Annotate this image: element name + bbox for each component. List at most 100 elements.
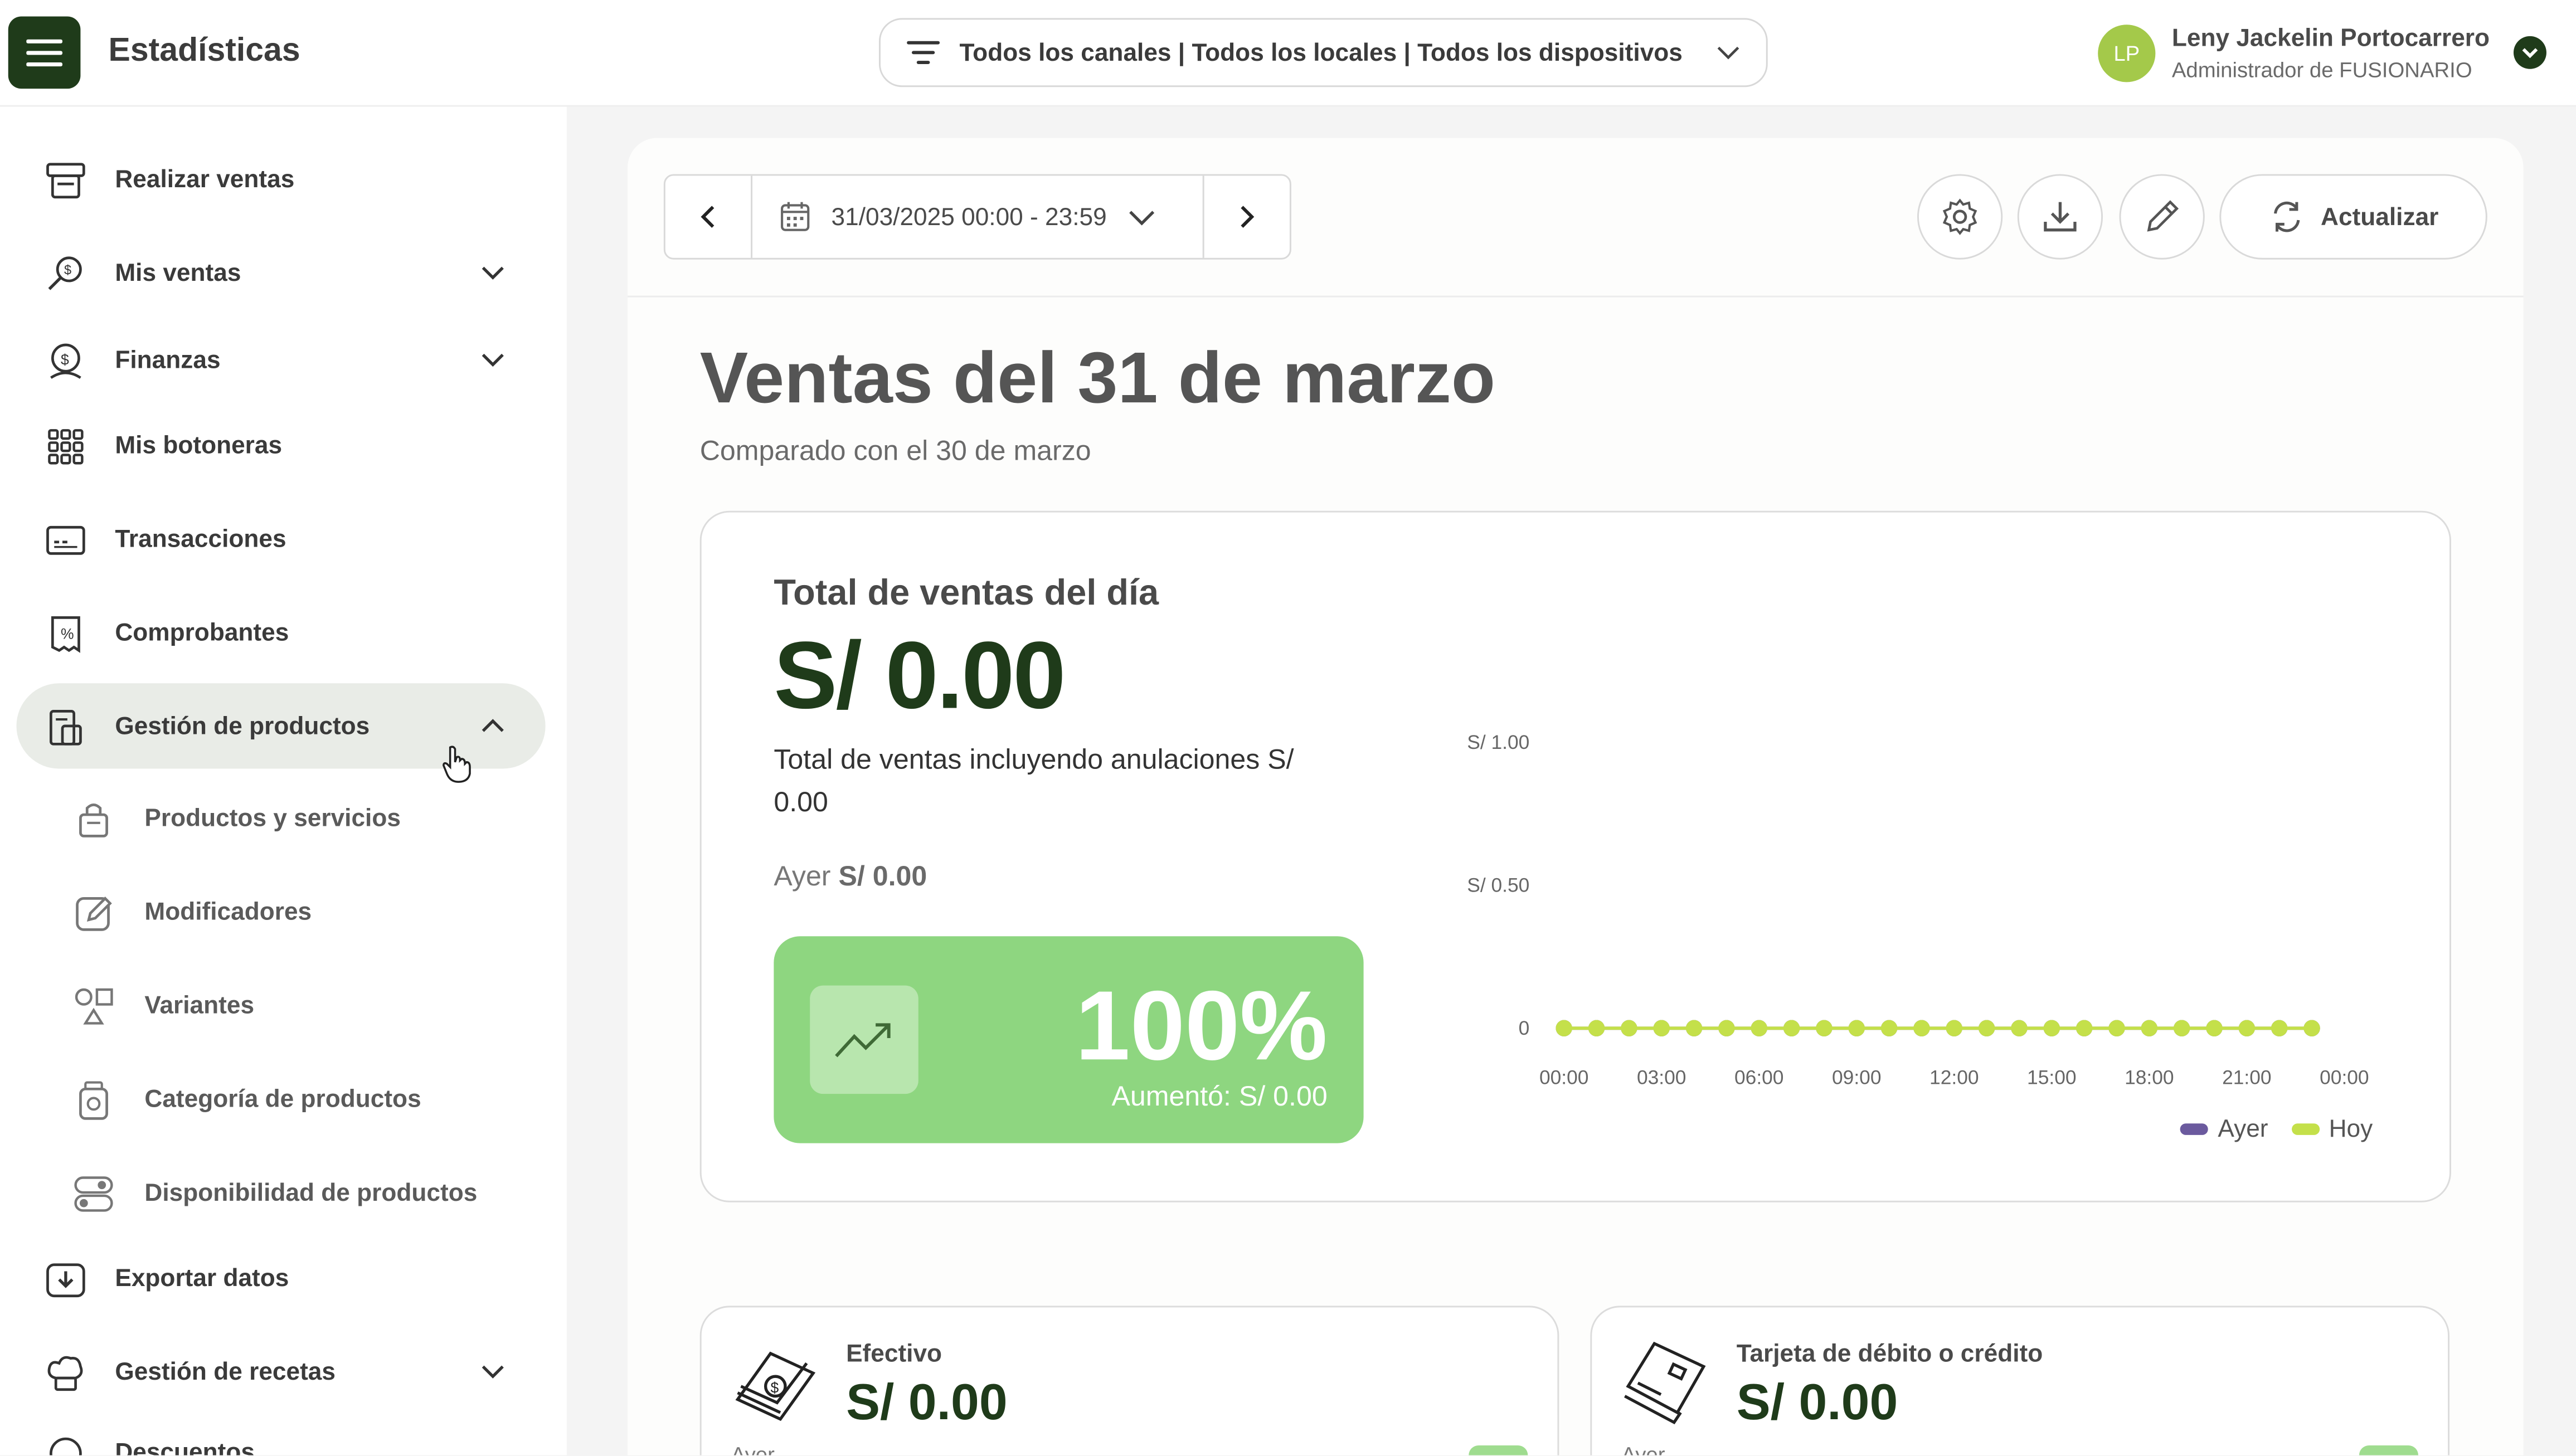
sidebar-subitem-modificadores[interactable]: Modificadores	[16, 874, 545, 952]
payment-label: Tarjeta de débito o crédito	[1736, 1340, 2043, 1369]
app: Estadísticas Todos los canales | Todos l…	[0, 0, 2576, 1455]
data-point-hoy[interactable]	[1946, 1020, 1963, 1036]
payment-change-badge	[1469, 1445, 1528, 1455]
hourly-sales-chart: S/ 1.00 S/ 0.50 0 00:00 03:00 06:00 09:00 12:00…	[1467, 732, 2369, 1088]
chevron-down-icon	[482, 1365, 504, 1379]
sidebar-item-mis-ventas[interactable]: $ Mis ventas	[16, 230, 545, 315]
payment-card-debit-credit: Tarjeta de débito o crédito S/ 0.00 Ayer	[1590, 1306, 2450, 1455]
trend-up-icon	[810, 985, 918, 1094]
previous-day-button[interactable]	[665, 176, 753, 258]
sidebar-subitem-label: Variantes	[144, 992, 255, 1020]
legend-swatch	[2291, 1123, 2319, 1135]
x-tick-label: 03:00	[1637, 1067, 1686, 1088]
sidebar-item-transacciones[interactable]: Transacciones	[16, 496, 545, 581]
svg-text:$: $	[64, 262, 71, 277]
data-point-hoy[interactable]	[2238, 1020, 2256, 1036]
data-point-hoy[interactable]	[2011, 1020, 2028, 1036]
data-point-hoy[interactable]	[1783, 1020, 1800, 1036]
payment-card-cash: $ Efectivo S/ 0.00 Ayer	[699, 1306, 1559, 1455]
cash-icon: $	[735, 1351, 816, 1421]
date-range-picker[interactable]: 31/03/2025 00:00 - 23:59	[752, 176, 1206, 257]
data-point-hoy[interactable]	[2303, 1020, 2320, 1036]
data-point-hoy[interactable]	[1880, 1020, 1898, 1036]
sidebar-subitem-variantes[interactable]: Variantes	[16, 967, 545, 1046]
x-tick-label: 12:00	[1929, 1067, 1979, 1088]
sidebar-item-descuentos[interactable]: Descuentos	[16, 1409, 545, 1455]
user-menu[interactable]: LP Leny Jackelin Portocarrero Administra…	[2098, 23, 2558, 89]
avatar: LP	[2098, 25, 2156, 82]
svg-text:$: $	[61, 351, 69, 368]
sidebar-subitem-disponibilidad-de-productos[interactable]: Disponibilidad de productos	[16, 1155, 545, 1233]
x-tick-label: 18:00	[2125, 1067, 2174, 1088]
sidebar-item-gestion-de-recetas[interactable]: Gestión de recetas	[16, 1329, 545, 1414]
data-point-hoy[interactable]	[2076, 1020, 2093, 1036]
receipt-icon: %	[51, 616, 80, 653]
toggle-icon	[74, 1176, 113, 1212]
page-title: Ventas del 31 de marzo	[699, 338, 1496, 419]
edit-icon	[76, 897, 112, 931]
menu-button[interactable]	[8, 16, 81, 89]
yesterday-label: Ayer	[774, 860, 831, 892]
data-point-hoy[interactable]	[1685, 1020, 1703, 1036]
data-point-hoy[interactable]	[1848, 1020, 1865, 1036]
payment-change-badge	[2359, 1445, 2419, 1455]
sidebar-item-realizar-ventas[interactable]: Realizar ventas	[16, 137, 545, 222]
date-range-text: 31/03/2025 00:00 - 23:59	[831, 203, 1107, 231]
sidebar-subitem-productos-y-servicios[interactable]: Productos y servicios	[16, 780, 545, 859]
sidebar-subitem-categoria-de-productos[interactable]: Categoría de productos	[16, 1061, 545, 1140]
data-point-hoy[interactable]	[1588, 1020, 1605, 1036]
x-tick-label: 06:00	[1734, 1067, 1784, 1088]
sidebar-item-finanzas[interactable]: $ Finanzas	[16, 317, 545, 402]
x-tick-label: 00:00	[2320, 1067, 2369, 1088]
sidebar-item-comprobantes[interactable]: % Comprobantes	[16, 590, 545, 675]
change-text: Aumentó: S/ 0.00	[1111, 1080, 1328, 1112]
register-icon	[46, 163, 85, 199]
refresh-button[interactable]: Actualizar	[2219, 174, 2487, 260]
payment-yesterday-label: Ayer	[731, 1442, 775, 1455]
chevron-down-icon	[2522, 48, 2538, 59]
chevron-up-icon	[482, 719, 504, 732]
chevron-down-icon	[482, 353, 504, 367]
y-tick-label: S/ 1.00	[1467, 732, 1529, 753]
refresh-icon	[2273, 201, 2300, 232]
calendar-icon	[781, 202, 810, 231]
data-point-hoy[interactable]	[1718, 1020, 1735, 1036]
data-point-hoy[interactable]	[2271, 1020, 2288, 1036]
data-point-hoy[interactable]	[2108, 1020, 2125, 1036]
legend-label: Ayer	[2218, 1115, 2268, 1143]
user-dropdown-button[interactable]	[2513, 36, 2546, 69]
download-box-icon	[46, 1263, 85, 1298]
hamburger-icon	[26, 39, 63, 67]
data-point-hoy[interactable]	[2141, 1020, 2158, 1036]
channel-filter-dropdown[interactable]: Todos los canales | Todos los locales | …	[879, 18, 1768, 87]
data-point-hoy[interactable]	[1751, 1020, 1767, 1036]
next-day-button[interactable]	[1202, 176, 1290, 258]
data-point-hoy[interactable]	[2206, 1020, 2223, 1036]
sidebar-subitem-label: Modificadores	[144, 898, 312, 927]
discount-icon	[50, 1437, 82, 1455]
edit-button[interactable]	[2119, 174, 2205, 260]
data-point-hoy[interactable]	[1913, 1020, 1930, 1036]
sidebar-item-mis-botoneras[interactable]: Mis botoneras	[16, 402, 545, 488]
settings-button[interactable]	[1917, 174, 2003, 260]
data-point-hoy[interactable]	[1621, 1020, 1637, 1036]
chevron-down-icon	[1129, 211, 1154, 226]
yesterday-value: S/ 0.00	[838, 860, 927, 892]
date-navigator: 31/03/2025 00:00 - 23:59	[663, 174, 1291, 260]
chef-icon	[47, 1356, 83, 1391]
user-name: Leny Jackelin Portocarrero	[2171, 25, 2490, 53]
total-sales-value: S/ 0.00	[774, 622, 1066, 729]
legend-item[interactable]: Ayer	[2180, 1115, 2268, 1143]
data-point-hoy[interactable]	[1816, 1020, 1833, 1036]
data-point-hoy[interactable]	[2043, 1020, 2060, 1036]
legend-item[interactable]: Hoy	[2291, 1115, 2373, 1143]
data-point-hoy[interactable]	[2173, 1020, 2190, 1036]
data-point-hoy[interactable]	[1556, 1020, 1572, 1036]
data-point-hoy[interactable]	[1978, 1020, 1995, 1036]
download-button[interactable]	[2017, 174, 2103, 260]
y-tick-label: 0	[1519, 1017, 1530, 1039]
svg-text:%: %	[61, 626, 74, 642]
sidebar-item-exportar-datos[interactable]: Exportar datos	[16, 1235, 545, 1321]
data-point-hoy[interactable]	[1653, 1020, 1670, 1036]
sidebar-item-label: Finanzas	[115, 345, 221, 374]
